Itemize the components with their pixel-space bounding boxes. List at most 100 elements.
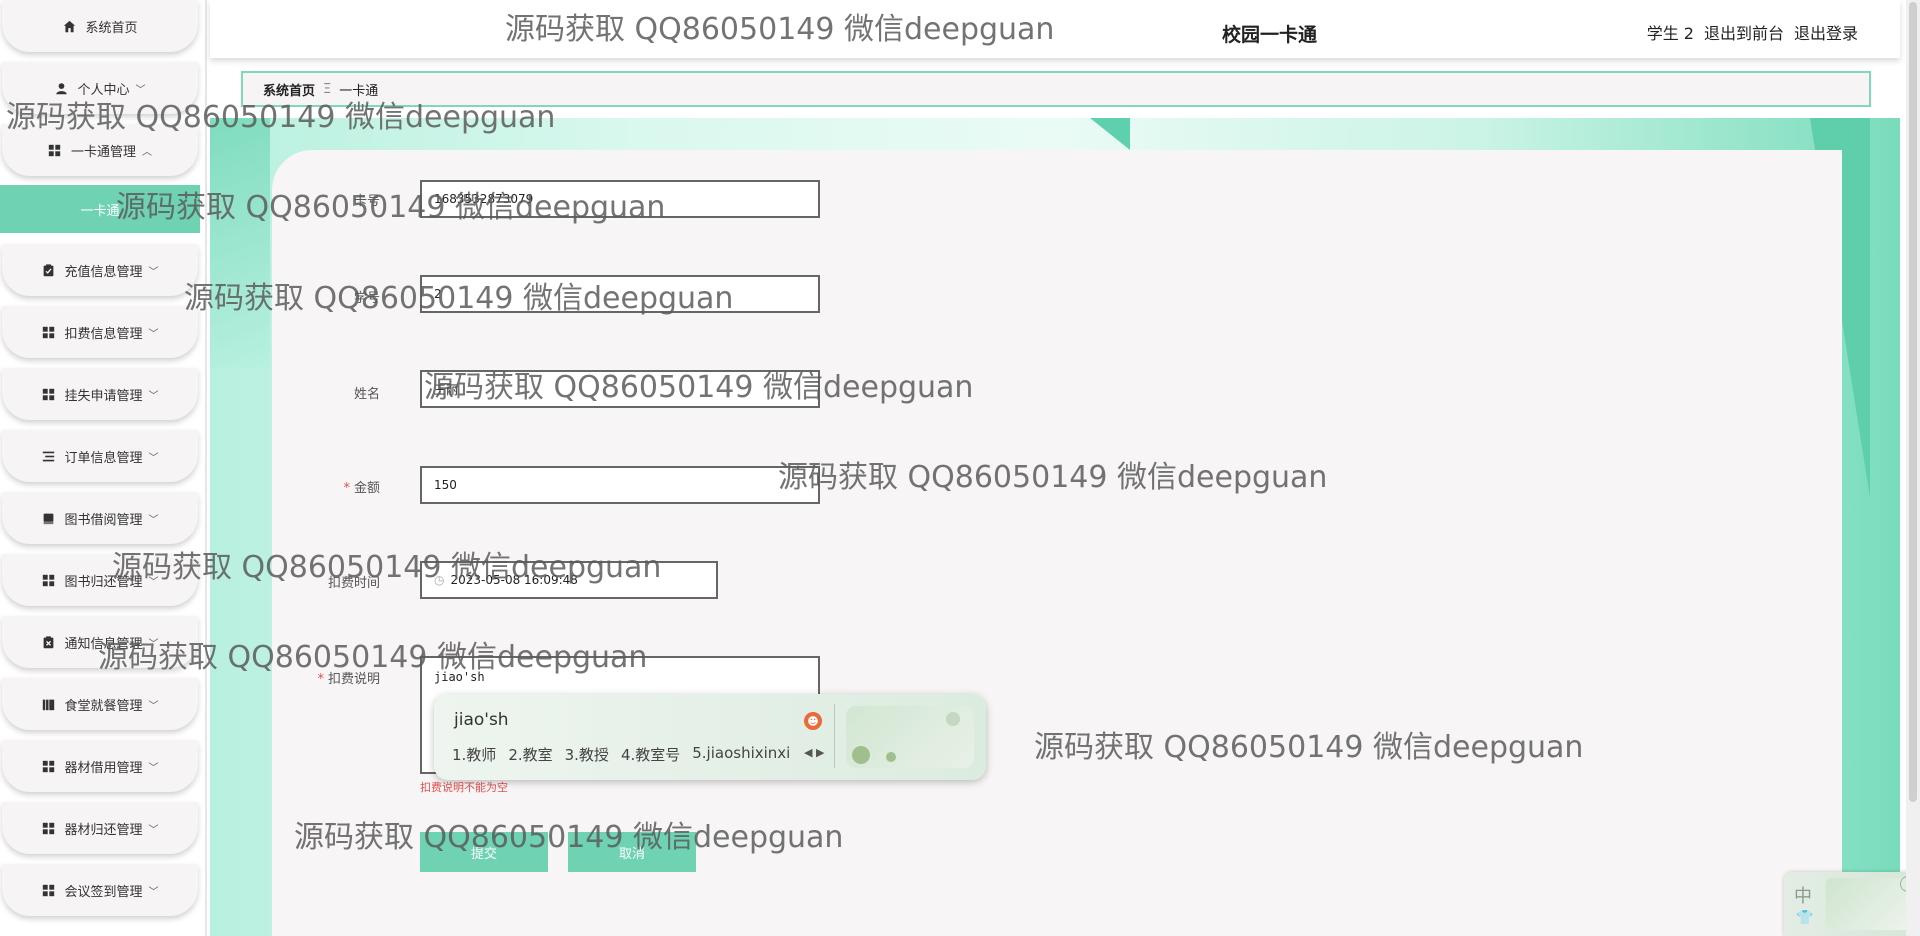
time-label: 扣费时间 [327, 576, 380, 591]
sidebar-item-equip-return[interactable]: 器材归还管理 ﹀ [2, 802, 198, 854]
time-picker[interactable]: ◷ 2023-05-08 16:09:48 [420, 561, 718, 599]
breadcrumb-current: 一卡通 [339, 83, 379, 99]
sidebar-item-notice[interactable]: 通知信息管理 ﹀ [2, 616, 198, 668]
sidebar-item-orders[interactable]: 订单信息管理 ﹀ [2, 430, 198, 482]
sidebar-item-label: 充值信息管理 [64, 264, 143, 280]
breadcrumb-home[interactable]: 系统首页 [263, 80, 315, 99]
sidebar-item-loss[interactable]: 挂失申请管理 ﹀ [2, 368, 198, 420]
chevron-down-icon: ﹀ [148, 514, 159, 526]
cancel-button[interactable]: 取消 [568, 832, 696, 872]
site-title: 校园一卡通 [1222, 24, 1318, 46]
sidebar-item-card-mgmt[interactable]: 一卡通管理 ︿ [2, 124, 198, 176]
sidebar-item-label: 订单信息管理 [64, 450, 143, 466]
ime-mode[interactable]: 中 [1794, 882, 1812, 908]
top-header: 校园一卡通 学生 2 退出到前台 退出登录 [210, 0, 1900, 58]
grid-icon [41, 325, 55, 339]
chevron-up-icon: ︿ [142, 146, 152, 158]
chevron-down-icon: ﹀ [148, 700, 159, 712]
front-link[interactable]: 退出到前台 [1704, 20, 1784, 44]
current-user: 学生 2 [1646, 24, 1694, 43]
grid-icon [41, 759, 55, 773]
ime-candidate[interactable]: 1.教师 [452, 744, 496, 765]
ime-candidate[interactable]: 4.教室号 [621, 744, 680, 765]
grid-icon [41, 883, 55, 897]
ime-divider [834, 704, 835, 768]
logout-link[interactable]: 退出登录 [1794, 20, 1858, 44]
amount-label: * 金额 [343, 481, 380, 496]
grid-icon [48, 143, 62, 157]
ime-skin-icon[interactable]: ☻ [804, 712, 822, 730]
chevron-down-icon: ﹀ [148, 328, 159, 340]
ime-page-arrows[interactable]: ◀ ▶ [804, 746, 824, 759]
chevron-down-icon: ﹀ [148, 824, 159, 836]
grid-icon [41, 821, 55, 835]
desc-error: 扣费说明不能为空 [420, 781, 508, 794]
ime-status-bar[interactable]: 中 👕 S [1784, 872, 1920, 936]
chevron-down-icon: ﹀ [148, 762, 159, 774]
sidebar-subitem-card[interactable]: 一卡通 [0, 185, 200, 233]
sidebar-item-meeting[interactable]: 会议签到管理 ﹀ [2, 864, 198, 916]
student-no-label: 学号 [353, 291, 380, 306]
sidebar-item-label: 器材归还管理 [64, 822, 143, 838]
ime-skin-icon[interactable]: 👕 [1796, 910, 1813, 926]
book-stack-icon [41, 697, 55, 711]
grid-icon [41, 387, 55, 401]
scrollbar-thumb[interactable] [1909, 2, 1917, 802]
sidebar-divider [205, 0, 207, 936]
home-icon [62, 19, 76, 33]
sidebar-item-label: 一卡通 [80, 203, 120, 219]
breadcrumb: 系统首页 Ξ 一卡通 [241, 71, 1871, 107]
chevron-down-icon: ﹀ [148, 452, 159, 464]
sidebar-item-label: 扣费信息管理 [64, 326, 143, 342]
sidebar-item-return[interactable]: 图书归还管理 ﹀ [2, 554, 198, 606]
card-no-label: 卡号 [353, 194, 380, 209]
sidebar-item-borrow[interactable]: 图书借阅管理 ﹀ [2, 492, 198, 544]
sidebar-item-label: 一卡通管理 [70, 144, 136, 160]
chevron-down-icon: ﹀ [148, 576, 159, 588]
sidebar-item-label: 图书借阅管理 [64, 512, 143, 528]
sidebar-item-label: 系统首页 [85, 20, 138, 36]
name-label: 姓名 [353, 387, 380, 402]
clipboard-icon [41, 263, 55, 277]
student-no-field[interactable]: 2 [420, 275, 820, 313]
ime-candidate-window: jiao'sh ☻ 1.教师 2.教室 3.教授 4.教室号 5.jiaoshi… [434, 694, 986, 780]
submit-button[interactable]: 提交 [420, 832, 548, 872]
clipboard-x-icon [41, 635, 55, 649]
ime-candidate[interactable]: 5.jiaoshixinxi [692, 744, 790, 765]
card-no-field[interactable]: 1683532873079 [420, 180, 820, 218]
chevron-down-icon: ﹀ [148, 390, 159, 402]
sidebar-item-equip-borrow[interactable]: 器材借用管理 ﹀ [2, 740, 198, 792]
name-field[interactable]: 王丽 [420, 370, 820, 408]
page-scrollbar[interactable] [1906, 0, 1920, 936]
decoration [210, 118, 270, 368]
user-actions: 学生 2 退出到前台 退出登录 [1647, 20, 1858, 44]
sidebar-item-label: 通知信息管理 [64, 636, 143, 652]
ime-skin-art [846, 706, 974, 768]
chevron-down-icon: ﹀ [148, 266, 159, 278]
sidebar-item-canteen[interactable]: 食堂就餐管理 ﹀ [2, 678, 198, 730]
sidebar-item-home[interactable]: 系统首页 [2, 0, 198, 52]
form-card [272, 150, 1842, 936]
decoration [1090, 118, 1130, 150]
clock-icon: ◷ [434, 573, 445, 587]
sidebar-item-deduct[interactable]: 扣费信息管理 ﹀ [2, 306, 198, 358]
ime-candidate[interactable]: 2.教室 [508, 744, 552, 765]
sidebar-item-label: 图书归还管理 [64, 574, 143, 590]
sidebar-item-label: 个人中心 [77, 82, 130, 98]
desc-label: * 扣费说明 [317, 672, 380, 687]
sidebar-item-recharge[interactable]: 充值信息管理 ﹀ [2, 244, 198, 296]
chevron-down-icon: ﹀ [135, 84, 146, 96]
grid-icon [41, 573, 55, 587]
chevron-down-icon: ﹀ [148, 886, 159, 898]
breadcrumb-separator: Ξ [323, 81, 332, 97]
sidebar-item-personal[interactable]: 个人中心 ﹀ [2, 62, 198, 114]
chevron-down-icon: ﹀ [148, 638, 159, 650]
sidebar-item-label: 挂失申请管理 [64, 388, 143, 404]
sidebar-item-label: 会议签到管理 [64, 884, 143, 900]
sidebar: 系统首页 个人中心 ﹀ 一卡通管理 ︿ 一卡通 充值信息管理 ﹀ 扣费信息管理 … [0, 0, 200, 936]
amount-field[interactable]: 150 [420, 466, 820, 504]
ime-candidates: 1.教师 2.教室 3.教授 4.教室号 5.jiaoshixinxi [452, 744, 790, 765]
ime-candidate[interactable]: 3.教授 [565, 744, 609, 765]
book-icon [41, 511, 55, 525]
sidebar-item-label: 器材借用管理 [64, 760, 143, 776]
